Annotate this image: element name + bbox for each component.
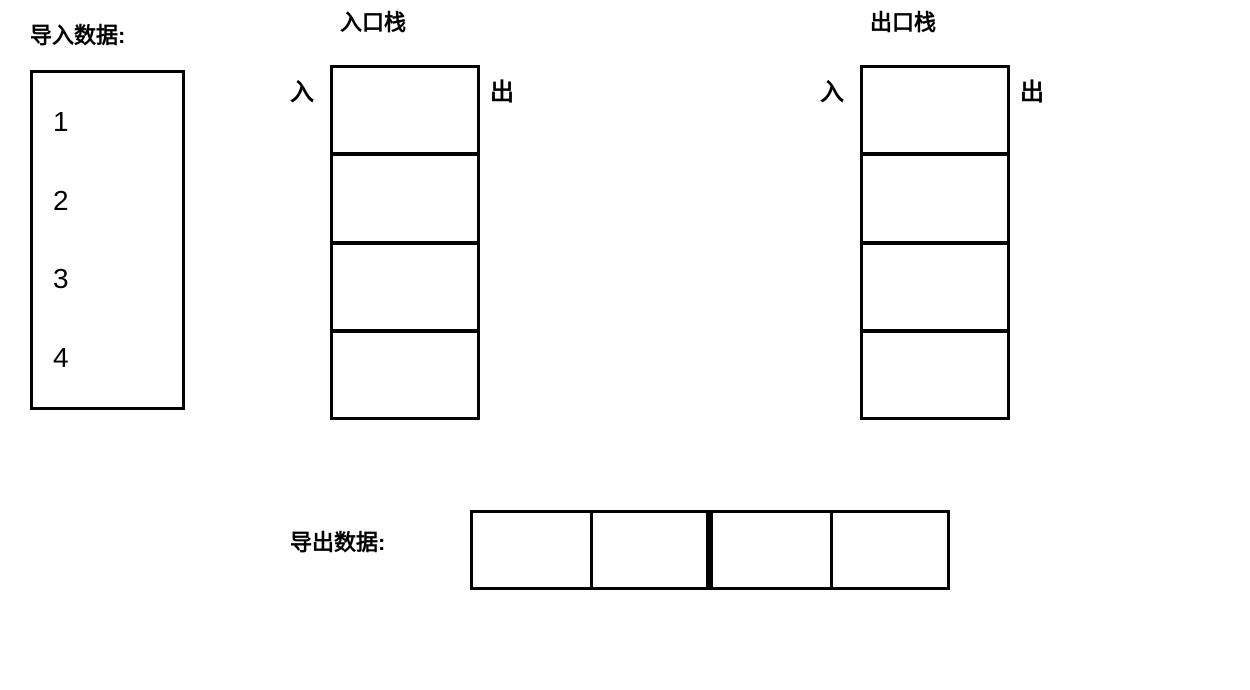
- export-cell-3: [710, 510, 830, 590]
- input-data-box: 1 2 3 4: [30, 70, 185, 410]
- exit-arrow-out: 出: [1020, 72, 1044, 107]
- entrance-stack-cell-3: [333, 245, 477, 333]
- exit-stack-cell-4: [863, 333, 1007, 417]
- exit-stack-box: [860, 65, 1010, 420]
- export-label: 导出数据:: [290, 525, 385, 557]
- exit-arrow-in: 入: [820, 72, 844, 107]
- data-item-3: 3: [53, 263, 69, 295]
- entrance-stack-cell-4: [333, 333, 477, 417]
- exit-stack-cell-1: [863, 68, 1007, 156]
- entrance-stack-label: 入口栈: [340, 5, 406, 37]
- data-item-1: 1: [53, 106, 69, 138]
- export-cell-2: [590, 510, 710, 590]
- export-cell-1: [470, 510, 590, 590]
- entrance-stack-box: [330, 65, 480, 420]
- export-cell-4: [830, 510, 950, 590]
- import-label: 导入数据:: [30, 18, 125, 50]
- exit-stack-cell-2: [863, 156, 1007, 244]
- exit-stack-cell-3: [863, 245, 1007, 333]
- exit-stack-label: 出口栈: [870, 5, 936, 37]
- entrance-arrow-out: 出: [490, 72, 514, 107]
- page-container: 导入数据: 1 2 3 4 入口栈 入 出 出口栈 入 出 导出数据:: [0, 0, 1250, 690]
- entrance-stack-cell-1: [333, 68, 477, 156]
- export-data-row: [470, 510, 950, 590]
- data-item-4: 4: [53, 342, 69, 374]
- entrance-stack-cell-2: [333, 156, 477, 244]
- data-item-2: 2: [53, 185, 69, 217]
- entrance-arrow-in: 入: [290, 72, 314, 107]
